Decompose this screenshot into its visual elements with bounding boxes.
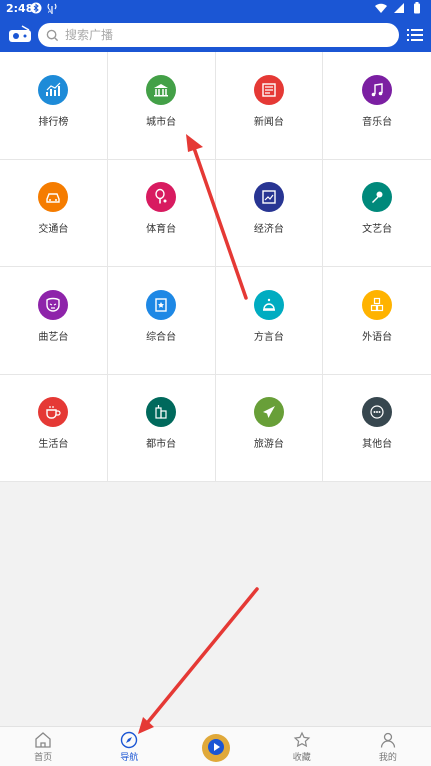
category-ranking[interactable]: 排行榜	[0, 52, 108, 160]
category-label: 生活台	[38, 439, 69, 451]
category-label: 新闻台	[253, 116, 284, 128]
arrow-to-nav-discover	[138, 587, 259, 734]
category-label: 体育台	[146, 224, 177, 236]
category-label: 经济台	[253, 224, 284, 236]
play-icon	[207, 739, 224, 755]
category-arts[interactable]: 文艺台	[323, 160, 431, 267]
antenna-icon: A	[47, 3, 57, 14]
bottom-nav: 首页 导航 收藏 我的	[0, 726, 431, 766]
category-economy[interactable]: 经济台	[215, 159, 324, 267]
badminton-icon	[146, 182, 177, 213]
category-foreign[interactable]: 外语台	[323, 267, 431, 375]
user-icon	[380, 732, 396, 748]
compass-icon	[121, 731, 138, 748]
more-dots-icon	[362, 397, 393, 428]
category-label: 外语台	[362, 331, 393, 343]
city-buildings-icon	[146, 397, 177, 428]
bluetooth-icon	[30, 2, 42, 14]
finance-chart-icon	[253, 182, 284, 213]
nav-player[interactable]	[172, 727, 258, 766]
signal-icon	[394, 3, 404, 13]
star-icon	[293, 731, 310, 747]
category-metro[interactable]: 都市台	[107, 374, 216, 482]
category-music[interactable]: 音乐台	[323, 52, 431, 160]
nav-discover-label: 导航	[120, 752, 139, 763]
home-icon	[35, 731, 51, 748]
search-icon	[46, 29, 59, 41]
category-label: 综合台	[146, 331, 177, 343]
category-label: 排行榜	[38, 116, 69, 128]
category-general[interactable]: 综合台	[107, 267, 216, 375]
category-label: 音乐台	[362, 116, 393, 128]
category-label: 文艺台	[362, 224, 393, 236]
music-note-icon	[362, 74, 393, 105]
category-label: 曲艺台	[38, 331, 69, 343]
nav-discover[interactable]: 导航	[86, 727, 172, 766]
opera-mask-icon	[38, 289, 69, 320]
category-label: 其他台	[362, 439, 393, 451]
wifi-icon	[375, 3, 387, 13]
microphone-icon	[362, 182, 393, 213]
category-label: 交通台	[38, 224, 69, 236]
bell-icon	[253, 289, 284, 320]
app-header: 2:48 A	[0, 0, 431, 52]
svg-text:A: A	[48, 9, 52, 14]
airplane-icon	[253, 397, 284, 428]
category-label: 旅游台	[253, 439, 284, 451]
category-opera[interactable]: 曲艺台	[0, 267, 108, 375]
newspaper-icon	[253, 74, 284, 105]
book-star-icon	[146, 289, 177, 320]
category-life[interactable]: 生活台	[0, 374, 108, 482]
player-button[interactable]	[201, 733, 230, 762]
category-travel[interactable]: 旅游台	[215, 374, 324, 482]
category-sports[interactable]: 体育台	[107, 159, 216, 267]
radio-logo-icon[interactable]	[8, 25, 32, 43]
search-input[interactable]	[65, 28, 365, 42]
nav-favorites[interactable]: 收藏	[259, 727, 345, 766]
nav-mine-label: 我的	[378, 752, 397, 763]
nav-mine[interactable]: 我的	[345, 727, 431, 766]
category-label: 都市台	[146, 439, 177, 451]
category-news[interactable]: 新闻台	[215, 52, 324, 160]
search-box[interactable]	[38, 23, 399, 47]
letter-blocks-icon	[362, 289, 393, 320]
category-city[interactable]: 城市台	[107, 52, 216, 160]
battery-icon	[414, 2, 420, 14]
category-other[interactable]: 其他台	[323, 375, 431, 482]
category-label: 方言台	[253, 331, 284, 343]
category-label: 城市台	[146, 116, 177, 128]
status-bar: 2:48 A	[0, 0, 431, 18]
coffee-cup-icon	[38, 397, 69, 428]
nav-home[interactable]: 首页	[0, 727, 86, 766]
category-dialect[interactable]: 方言台	[215, 267, 324, 375]
chart-growth-icon	[38, 74, 69, 105]
category-traffic[interactable]: 交通台	[0, 159, 108, 267]
category-grid: 排行榜 城市台 新闻台 音乐台 交通台 体育台 经济台 文艺台 曲艺台 综合台 …	[0, 52, 431, 482]
nav-home-label: 首页	[34, 752, 53, 763]
list-menu-icon[interactable]	[406, 26, 424, 44]
bank-building-icon	[146, 74, 177, 105]
nav-favorites-label: 收藏	[292, 752, 311, 763]
car-icon	[38, 182, 69, 213]
